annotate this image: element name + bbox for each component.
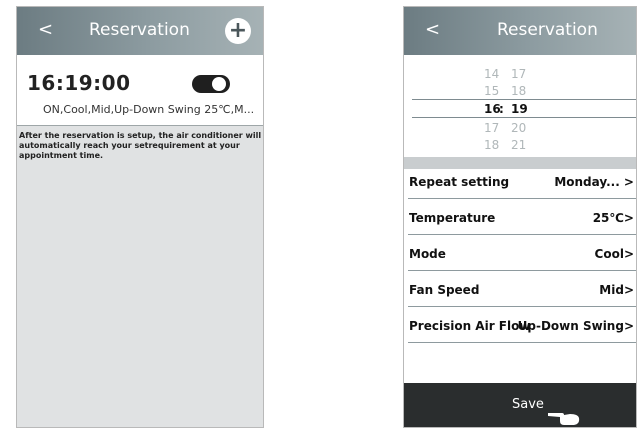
reservation-edit-screen: < Reservation 14 17 15 18 16 : 19 17 20 … xyxy=(403,6,637,428)
row-label: Fan Speed xyxy=(409,283,480,297)
add-reservation-button[interactable]: + xyxy=(225,18,251,44)
reservation-toggle[interactable] xyxy=(192,75,230,93)
picker-row-selected: 16 : 19 xyxy=(404,100,636,118)
picker-minute: 18 xyxy=(511,84,527,98)
reservation-time: 16:19:00 xyxy=(27,71,131,95)
row-divider xyxy=(408,342,636,343)
header-bar: < Reservation xyxy=(404,7,636,55)
picker-hour: 18 xyxy=(484,138,500,152)
row-value: Up-Down Swing> xyxy=(517,319,634,333)
picker-minute: 21 xyxy=(511,138,527,152)
reservation-list-screen: < Reservation + 16:19:00 ON,Cool,Mid,Up-… xyxy=(16,6,264,428)
mode-row[interactable]: Mode Cool> xyxy=(404,235,636,271)
picker-hour: 17 xyxy=(484,121,500,135)
page-title: Reservation xyxy=(497,20,598,40)
reservation-summary: ON,Cool,Mid,Up-Down Swing 25℃,M... xyxy=(43,103,255,116)
row-label: Temperature xyxy=(409,211,496,225)
info-note: After the reservation is setup, the air … xyxy=(19,131,262,160)
row-value: Mid> xyxy=(599,283,634,297)
row-label: Repeat setting xyxy=(409,175,510,189)
back-button[interactable]: < xyxy=(425,19,440,40)
fan-speed-row[interactable]: Fan Speed Mid> xyxy=(404,271,636,307)
save-label: Save xyxy=(512,397,544,412)
pointing-hand-icon xyxy=(548,413,580,425)
repeat-setting-row[interactable]: Repeat setting Monday... > xyxy=(404,163,636,199)
time-picker[interactable]: 14 17 15 18 16 : 19 17 20 18 21 xyxy=(404,55,636,157)
picker-colon: : xyxy=(499,102,504,116)
toggle-knob xyxy=(212,77,226,91)
page-title: Reservation xyxy=(89,20,190,40)
picker-minute: 17 xyxy=(511,67,527,81)
row-value: 25℃> xyxy=(592,211,634,225)
reservation-item[interactable]: 16:19:00 ON,Cool,Mid,Up-Down Swing 25℃,M… xyxy=(17,55,263,126)
picker-row: 18 21 xyxy=(404,136,636,154)
picker-row: 15 18 xyxy=(404,82,636,100)
selection-line-bottom xyxy=(412,117,636,118)
temperature-row[interactable]: Temperature 25℃> xyxy=(404,199,636,235)
row-label: Precision Air Flow xyxy=(409,319,531,333)
header-bar: < Reservation + xyxy=(17,7,263,55)
row-label: Mode xyxy=(409,247,446,261)
save-button[interactable]: Save xyxy=(404,383,636,427)
picker-minute: 19 xyxy=(511,102,528,116)
back-button[interactable]: < xyxy=(38,19,53,40)
picker-row: 14 17 xyxy=(404,65,636,83)
row-value: Monday... > xyxy=(554,175,634,189)
row-value: Cool> xyxy=(594,247,634,261)
picker-hour: 15 xyxy=(484,84,500,98)
precision-air-flow-row[interactable]: Precision Air Flow Up-Down Swing> xyxy=(404,307,636,343)
picker-minute: 20 xyxy=(511,121,527,135)
picker-row: 17 20 xyxy=(404,119,636,137)
picker-hour: 14 xyxy=(484,67,500,81)
